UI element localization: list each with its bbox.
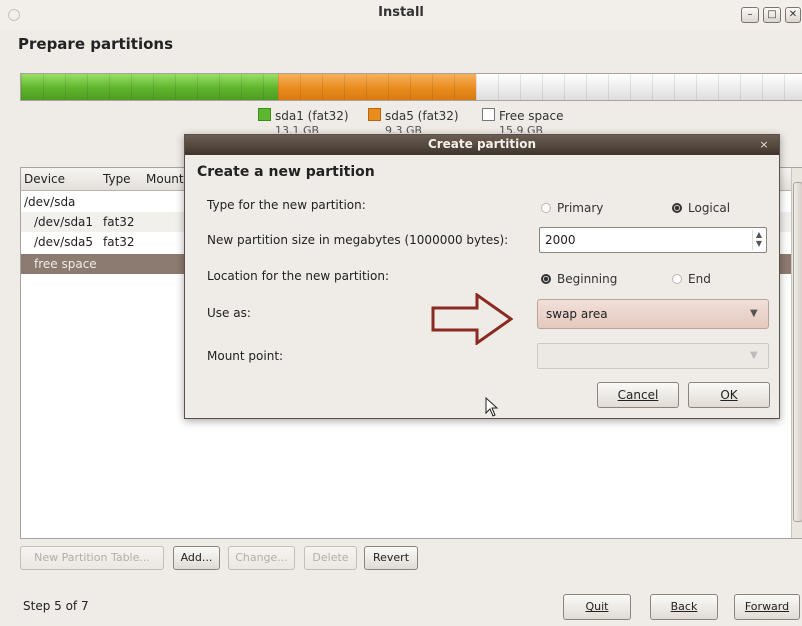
cell-device: free space	[34, 257, 97, 271]
location-label: Location for the new partition:	[207, 269, 389, 283]
right-arrow-annotation-icon	[431, 293, 513, 345]
column-header-type[interactable]: Type	[103, 172, 131, 186]
chevron-down-icon: ▼	[750, 308, 758, 319]
radio-end-label: End	[688, 272, 711, 286]
radio-beginning-label: Beginning	[557, 272, 618, 286]
radio-on-icon	[672, 203, 682, 213]
use-as-select[interactable]: swap area ▼	[537, 299, 769, 329]
ok-button[interactable]: OK	[688, 382, 770, 408]
scrollbar-thumb[interactable]	[793, 182, 802, 522]
size-label: New partition size in megabytes (1000000…	[207, 233, 509, 247]
cell-device: /dev/sda5	[34, 235, 94, 249]
mouse-pointer-icon	[485, 397, 499, 417]
legend-label: Free space	[499, 109, 564, 123]
radio-on-icon	[541, 274, 551, 284]
mount-point-combo[interactable]: ▼	[537, 343, 769, 369]
table-scrollbar[interactable]	[791, 168, 802, 538]
cell-device: /dev/sda	[24, 195, 76, 209]
new-partition-table-button[interactable]: New Partition Table...	[20, 546, 164, 570]
page-title: Prepare partitions	[18, 35, 174, 53]
partition-segment-sda1	[21, 74, 278, 100]
forward-button[interactable]: Forward	[734, 594, 800, 620]
legend-swatch-sda5	[368, 108, 381, 121]
legend-label: sda5 (fat32)	[385, 109, 459, 123]
radio-logical-label: Logical	[688, 201, 731, 215]
legend-swatch-free	[482, 108, 495, 121]
chevron-down-icon: ▼	[750, 350, 758, 361]
legend-size-sda5: 9.3 GB	[385, 124, 423, 133]
quit-button[interactable]: Quit	[563, 594, 631, 620]
partition-bar	[20, 73, 802, 101]
size-value: 2000	[545, 233, 576, 247]
column-header-mount[interactable]: Mount	[146, 172, 184, 186]
column-header-device[interactable]: Device	[24, 172, 65, 186]
radio-primary[interactable]: Primary	[541, 197, 603, 216]
radio-off-icon	[672, 274, 682, 284]
type-label: Type for the new partition:	[207, 198, 366, 212]
legend-item-sda5: sda5 (fat32)	[368, 108, 459, 123]
cell-type: fat32	[103, 235, 135, 249]
create-partition-dialog: Create partition × Create a new partitio…	[184, 134, 780, 419]
use-as-label: Use as:	[207, 306, 251, 320]
maximize-button[interactable]: □	[763, 7, 781, 23]
change-partition-button[interactable]: Change...	[228, 546, 295, 570]
dialog-title: Create partition	[427, 137, 537, 151]
revert-button[interactable]: Revert	[364, 546, 418, 570]
radio-primary-label: Primary	[557, 201, 604, 215]
dialog-close-icon[interactable]: ×	[757, 138, 771, 152]
step-indicator: Step 5 of 7	[23, 599, 89, 613]
partition-segment-free	[476, 74, 802, 100]
delete-partition-button[interactable]: Delete	[304, 546, 357, 570]
legend-item-free: Free space	[482, 108, 563, 123]
partition-segment-sda5	[278, 74, 476, 100]
radio-beginning[interactable]: Beginning	[541, 268, 617, 287]
partition-size-input[interactable]: 2000 ▲ ▼	[539, 227, 767, 253]
radio-logical[interactable]: Logical	[672, 197, 730, 216]
legend-label: sda1 (fat32)	[275, 109, 349, 123]
legend-swatch-sda1	[258, 108, 271, 121]
cell-type: fat32	[103, 215, 135, 229]
legend-item-sda1: sda1 (fat32)	[258, 108, 349, 123]
use-as-value: swap area	[546, 307, 608, 321]
radio-off-icon	[541, 203, 551, 213]
add-partition-button[interactable]: Add...	[173, 546, 220, 570]
size-spinner-icon[interactable]: ▲ ▼	[752, 230, 765, 250]
window-title: Install	[378, 5, 424, 20]
cell-device: /dev/sda1	[34, 215, 94, 229]
legend-size-free: 15.9 GB	[499, 124, 544, 133]
legend-size-sda1: 13.1 GB	[275, 124, 320, 133]
cancel-button[interactable]: Cancel	[597, 382, 679, 408]
mount-point-label: Mount point:	[207, 349, 284, 363]
dialog-heading: Create a new partition	[197, 164, 375, 180]
radio-end[interactable]: End	[672, 268, 711, 287]
close-window-button[interactable]: ✕	[785, 7, 801, 23]
back-button[interactable]: Back	[650, 594, 718, 620]
minimize-button[interactable]: –	[741, 7, 759, 23]
